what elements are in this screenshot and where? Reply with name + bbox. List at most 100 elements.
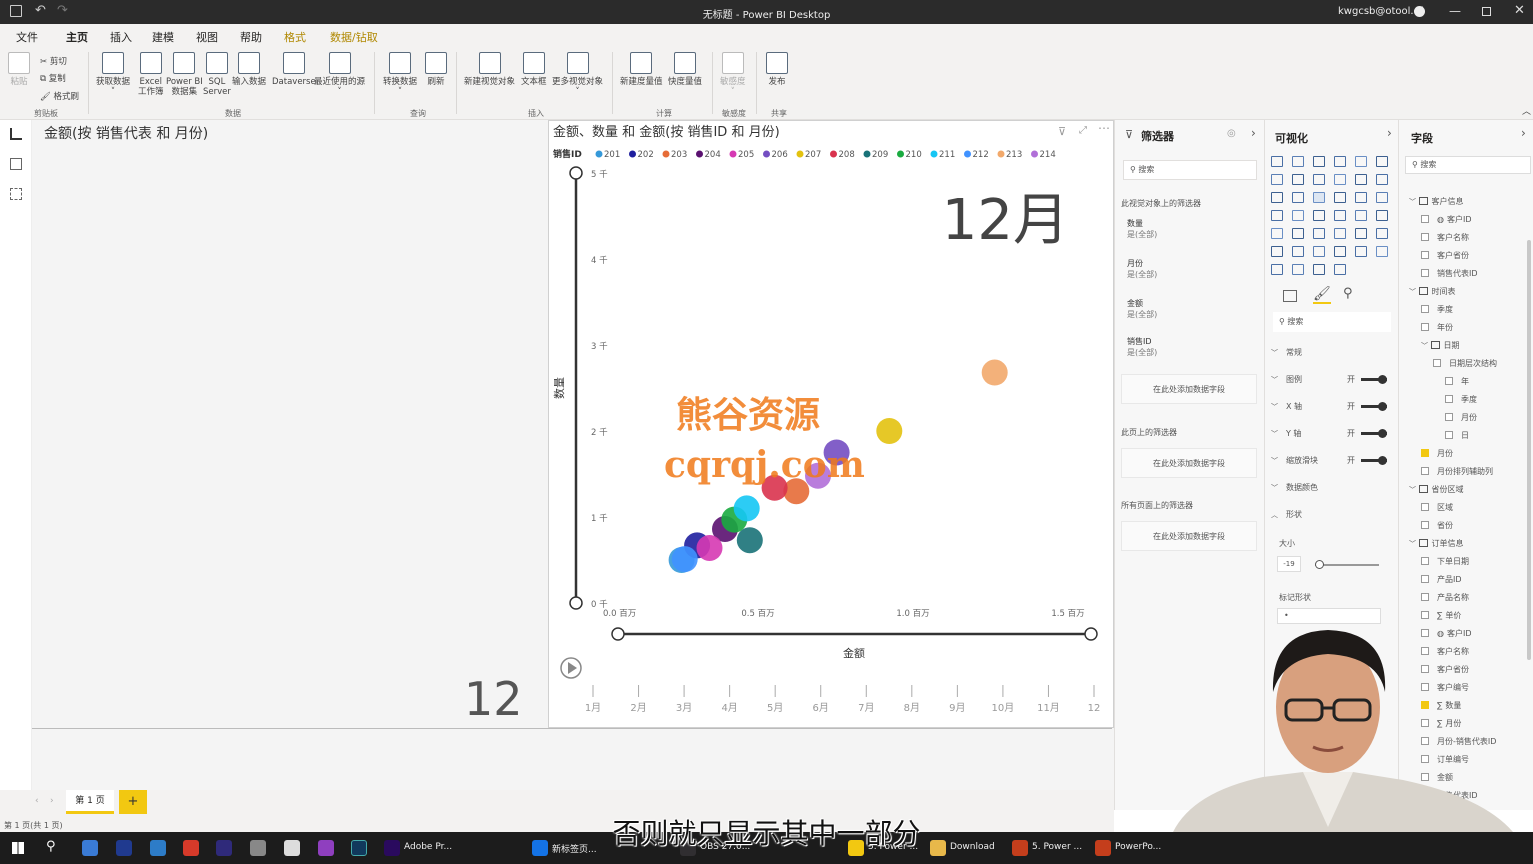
field-checkbox[interactable]	[1445, 413, 1453, 421]
field-checkbox[interactable]	[1445, 395, 1453, 403]
ribbon-button-0[interactable]: 获取数据 ˅	[96, 52, 130, 97]
field-checkbox[interactable]	[1421, 305, 1429, 313]
field-checkbox[interactable]	[1421, 557, 1429, 565]
legend-label-211[interactable]: 211	[939, 150, 955, 160]
visual-type-icon[interactable]	[1292, 210, 1304, 221]
data-point-209[interactable]	[736, 527, 763, 554]
page-tab-1[interactable]: 第 1 页	[66, 790, 114, 814]
field-item-17[interactable]: 区域	[1421, 500, 1453, 516]
toggle-switch[interactable]	[1361, 456, 1387, 465]
legend-label-202[interactable]: 202	[638, 150, 654, 160]
play-axis-label-2[interactable]: 3月	[676, 702, 692, 714]
field-item-20[interactable]: 下单日期	[1421, 554, 1469, 570]
ribbon-button-9[interactable]: 新建视觉对象	[464, 52, 515, 87]
format-section-6[interactable]: ︿ 形状	[1271, 508, 1387, 522]
menu-item-0[interactable]: 文件	[16, 29, 38, 45]
visual-type-icon[interactable]	[1334, 174, 1346, 185]
fields-collapse-icon[interactable]: ›	[1521, 126, 1526, 140]
ribbon-button-15[interactable]: 发布	[766, 52, 788, 87]
visual-type-icon[interactable]	[1334, 210, 1346, 221]
field-item-2[interactable]: 客户名称	[1421, 230, 1469, 246]
legend-label-213[interactable]: 213	[1006, 150, 1022, 160]
field-checkbox[interactable]	[1421, 521, 1429, 529]
visual-type-icon[interactable]	[1376, 228, 1388, 239]
ribbon-button-10[interactable]: 文本框	[521, 52, 547, 87]
ribbon-button-4[interactable]: 输入数据	[232, 52, 266, 87]
cut-button[interactable]: ✂ 剪切	[40, 55, 67, 67]
visual-type-icon[interactable]	[1292, 192, 1304, 203]
menu-item-5[interactable]: 帮助	[240, 29, 262, 45]
play-axis-label-4[interactable]: 5月	[767, 702, 783, 714]
filters-search-input[interactable]: ⚲ 搜索	[1123, 160, 1257, 180]
ribbon-button-3[interactable]: SQL Server	[203, 52, 231, 97]
visual-type-icon[interactable]	[1334, 156, 1346, 167]
chevron-down-icon[interactable]: ﹀	[1409, 486, 1416, 494]
format-painter-button[interactable]: 🖌 格式刷	[40, 90, 79, 102]
chevron-down-icon[interactable]: ﹀	[1409, 540, 1416, 548]
visual-type-icon[interactable]	[1355, 228, 1367, 239]
field-item-5[interactable]: ﹀ 时间表	[1409, 284, 1456, 300]
visual-type-icon[interactable]	[1271, 192, 1283, 203]
legend-label-212[interactable]: 212	[973, 150, 989, 160]
visual-type-icon[interactable]	[1355, 246, 1367, 257]
play-axis-label-6[interactable]: 7月	[858, 702, 874, 714]
legend-label-203[interactable]: 203	[671, 150, 687, 160]
format-section-5[interactable]: ﹀ 数据颜色	[1271, 481, 1387, 495]
ribbon-button-5[interactable]: Dataverse	[272, 52, 316, 87]
field-checkbox[interactable]	[1421, 251, 1429, 259]
field-item-7[interactable]: 年份	[1421, 320, 1453, 336]
visual-type-icon[interactable]	[1271, 264, 1283, 275]
visual-type-icon[interactable]	[1271, 174, 1283, 185]
ribbon-button-14[interactable]: 敏感度 ˅	[720, 52, 746, 97]
report-view-icon[interactable]	[10, 128, 22, 140]
toggle-switch[interactable]	[1361, 402, 1387, 411]
field-checkbox[interactable]	[1421, 467, 1429, 475]
field-item-12[interactable]: 月份	[1445, 410, 1477, 426]
filters-eye-icon[interactable]: ◎	[1227, 128, 1236, 139]
play-axis-label-8[interactable]: 9月	[949, 702, 965, 714]
legend-label-201[interactable]: 201	[604, 150, 620, 160]
restore-button[interactable]	[1482, 7, 1491, 16]
field-checkbox[interactable]	[1421, 575, 1429, 583]
paste-button[interactable]: 粘贴	[8, 52, 30, 87]
field-checkbox[interactable]	[1421, 449, 1429, 457]
minimize-button[interactable]: —	[1449, 4, 1461, 18]
format-tab-icon[interactable]: 🖌	[1313, 286, 1331, 304]
format-section-2[interactable]: ﹀ X 轴开	[1271, 400, 1387, 414]
visual-type-icon[interactable]	[1334, 228, 1346, 239]
page-prev-icon[interactable]: ‹	[35, 796, 39, 806]
size-input[interactable]: -19	[1277, 556, 1301, 572]
user-avatar[interactable]	[1414, 6, 1425, 17]
visual-type-icon[interactable]	[1313, 192, 1325, 203]
field-item-4[interactable]: 销售代表ID	[1421, 266, 1478, 282]
filter-card-3[interactable]: 销售ID 是(全部)	[1121, 336, 1257, 370]
field-item-19[interactable]: ﹀ 订单信息	[1409, 536, 1464, 552]
field-item-14[interactable]: 月份	[1421, 446, 1453, 462]
menu-item-6[interactable]: 格式	[284, 29, 306, 45]
field-item-9[interactable]: 日期层次结构	[1433, 356, 1497, 372]
data-view-icon[interactable]	[10, 158, 22, 170]
legend-label-207[interactable]: 207	[805, 150, 821, 160]
data-point-205[interactable]	[696, 534, 723, 561]
field-item-10[interactable]: 年	[1445, 374, 1469, 390]
filter-card-1[interactable]: 月份 是(全部)	[1121, 258, 1257, 292]
format-section-0[interactable]: ﹀ 常规	[1271, 346, 1387, 360]
scatter-chart[interactable]: 金额、数量 和 金额(按 销售ID 和 月份) 销售ID 201 202 203 204 2…	[549, 121, 1115, 729]
field-item-1[interactable]: ◍ 客户ID	[1421, 212, 1472, 228]
field-checkbox[interactable]	[1421, 215, 1429, 223]
legend-label-204[interactable]: 204	[705, 150, 721, 160]
visual-type-icon[interactable]	[1313, 228, 1325, 239]
visual-type-icon[interactable]	[1271, 156, 1283, 167]
legend-label-206[interactable]: 206	[772, 150, 788, 160]
focus-mode-icon[interactable]: ⤢	[1079, 125, 1087, 136]
visual-type-icon[interactable]	[1376, 210, 1388, 221]
ribbon-button-6[interactable]: 最近使用的源 ˅	[314, 52, 365, 97]
visual-type-icon[interactable]	[1376, 246, 1388, 257]
field-checkbox[interactable]	[1421, 503, 1429, 511]
toggle-switch[interactable]	[1361, 375, 1387, 384]
scatter-visual[interactable]: 金额、数量 和 金额(按 销售ID 和 月份) 销售ID 201 202 203 204 2…	[548, 120, 1114, 728]
ribbon-button-11[interactable]: 更多视觉对象 ˅	[552, 52, 603, 97]
visual-type-icon[interactable]	[1355, 174, 1367, 185]
x-zoom-slider-left-handle[interactable]	[611, 627, 625, 641]
field-item-0[interactable]: ﹀ 客户信息	[1409, 194, 1464, 210]
